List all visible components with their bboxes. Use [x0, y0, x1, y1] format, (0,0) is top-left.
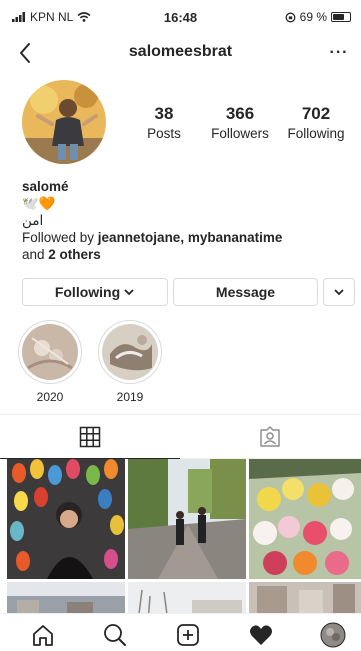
following-count: 702: [301, 104, 331, 123]
chevron-down-icon: [334, 289, 344, 296]
followers-count: 366: [225, 104, 255, 123]
profile-tabs: [0, 414, 361, 459]
highlight-ring: [18, 320, 82, 384]
followed-by[interactable]: Followed by jeannetojane, mybananatime: [22, 229, 342, 246]
status-right: 69 %: [285, 10, 351, 24]
tagged-icon: [260, 425, 280, 447]
followed-by-others: 2 others: [48, 247, 101, 262]
highlight-ring: [98, 320, 162, 384]
posts-stat[interactable]: 38 Posts: [126, 104, 202, 141]
status-bar: KPN NL 16:48 69 %: [0, 0, 361, 34]
chevron-down-icon: [124, 289, 134, 296]
tab-tagged[interactable]: [180, 415, 360, 459]
followers-stat[interactable]: 366 Followers: [202, 104, 278, 141]
post-tile[interactable]: [128, 459, 246, 579]
highlight-cover: [102, 324, 158, 380]
followed-by-more[interactable]: and 2 others: [22, 246, 342, 263]
highlight-2020[interactable]: 2020: [18, 320, 82, 410]
highlight-2019[interactable]: 2019: [98, 320, 162, 410]
profile-actions: Following Message: [22, 278, 355, 306]
page-title: salomeesbrat: [128, 43, 233, 60]
bottom-navigation: [0, 613, 361, 651]
new-post-icon: [177, 624, 199, 646]
following-button[interactable]: Following: [22, 278, 168, 306]
grid-icon: [79, 426, 101, 447]
suggested-users-button[interactable]: [323, 278, 355, 306]
nav-new-post[interactable]: [175, 622, 201, 648]
search-icon: [104, 624, 126, 646]
post-tile[interactable]: [249, 582, 361, 615]
nav-search[interactable]: [102, 622, 128, 648]
battery-icon: [331, 12, 351, 22]
following-stat[interactable]: 702 Following: [278, 104, 354, 141]
bio-text: امن: [22, 213, 44, 228]
nav-activity[interactable]: [248, 622, 274, 648]
followed-by-and: and: [22, 247, 49, 262]
profile-header: salomeesbrat ···: [0, 34, 361, 72]
profile-bio: salomé 🕊️🧡 امن Followed by jeannetojane,…: [22, 178, 342, 263]
highlight-label: 2019: [116, 390, 144, 404]
posts-label: Posts: [147, 126, 181, 141]
followers-label: Followers: [211, 126, 269, 141]
post-tile[interactable]: [249, 459, 361, 579]
profile-icon: [320, 622, 346, 648]
activity-icon: [250, 625, 272, 645]
highlight-label: 2020: [36, 390, 64, 404]
post-tile[interactable]: [7, 582, 125, 615]
story-highlights: 2020 2019: [18, 320, 162, 410]
display-name: salomé: [22, 179, 69, 194]
nav-profile[interactable]: [320, 622, 346, 648]
profile-stats: 38 Posts 366 Followers 702 Following: [126, 104, 354, 141]
battery-percent: 69 %: [299, 10, 327, 24]
avatar-photo: [22, 80, 106, 164]
following-button-label: Following: [54, 284, 121, 300]
following-label: Following: [287, 126, 345, 141]
orientation-lock-icon: [285, 12, 296, 22]
followed-by-prefix: Followed by: [22, 230, 98, 245]
posts-count: 38: [154, 104, 174, 123]
posts-grid: [7, 459, 361, 615]
home-icon: [33, 625, 53, 646]
post-tile[interactable]: [128, 582, 246, 615]
nav-home[interactable]: [30, 622, 56, 648]
followed-by-users: jeannetojane, mybananatime: [97, 230, 283, 245]
message-button[interactable]: Message: [173, 278, 318, 306]
avatar[interactable]: [22, 80, 106, 164]
tab-posts-grid[interactable]: [0, 415, 180, 459]
more-options-button[interactable]: ···: [327, 42, 351, 64]
highlight-cover: [22, 324, 78, 380]
battery-level: [333, 14, 345, 20]
bio-emoji: 🕊️🧡: [22, 196, 56, 211]
post-tile[interactable]: [7, 459, 125, 579]
